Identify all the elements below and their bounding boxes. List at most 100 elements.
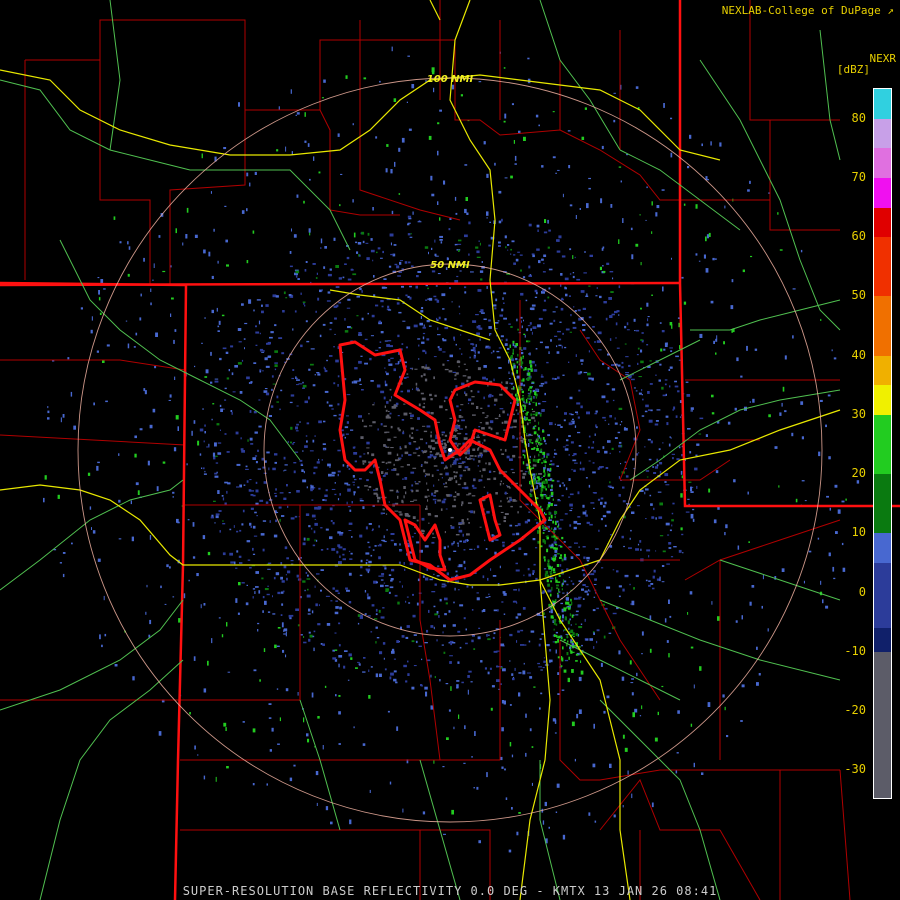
echo-pixel: [557, 330, 561, 333]
echo-pixel: [175, 415, 179, 420]
echo-pixel: [568, 454, 570, 456]
echo-pixel: [191, 430, 193, 436]
echo-pixel: [319, 334, 322, 338]
echo-pixel: [349, 819, 352, 825]
echo-pixel: [705, 236, 707, 242]
echo-pixel: [422, 326, 426, 329]
echo-pixel: [546, 453, 550, 456]
echo-pixel: [302, 387, 305, 389]
echo-pixel: [556, 465, 559, 467]
echo-pixel: [522, 454, 525, 456]
echo-pixel: [808, 550, 812, 553]
echo-pixel: [71, 542, 73, 545]
echo-pixel: [379, 673, 382, 677]
echo-pixel: [390, 533, 395, 535]
echo-pixel: [510, 383, 513, 385]
echo-pixel: [532, 538, 536, 541]
echo-pixel: [427, 488, 429, 491]
echo-pixel: [127, 273, 130, 277]
echo-pixel: [482, 376, 486, 380]
product-label: NEXR: [869, 52, 897, 65]
echo-pixel: [528, 443, 530, 447]
echo-pixel: [283, 291, 286, 295]
echo-pixel: [664, 383, 667, 386]
echo-pixel: [284, 464, 288, 466]
echo-pixel: [645, 518, 647, 520]
echo-pixel: [517, 412, 519, 415]
echo-pixel: [598, 529, 600, 532]
echo-pixel: [588, 377, 592, 380]
color-scale-segment: [874, 89, 891, 119]
echo-pixel: [547, 530, 551, 532]
echo-pixel: [641, 631, 644, 636]
echo-pixel: [215, 515, 219, 519]
echo-pixel: [253, 535, 258, 537]
echo-pixel: [412, 452, 417, 454]
credit-label[interactable]: NEXLAB-College of DuPage ↗: [722, 4, 894, 17]
echo-pixel: [572, 421, 575, 425]
echo-pixel: [461, 681, 464, 684]
echo-pixel: [527, 568, 530, 571]
echo-pixel: [580, 660, 582, 663]
echo-pixel: [515, 258, 519, 262]
echo-pixel: [659, 363, 662, 366]
echo-pixel: [365, 562, 368, 565]
echo-pixel: [553, 621, 556, 625]
echo-pixel: [465, 433, 468, 435]
echo-pixel: [690, 723, 693, 727]
echo-pixel: [600, 497, 604, 500]
echo-pixel: [306, 537, 310, 541]
echo-pixel: [410, 436, 414, 439]
echo-pixel: [437, 334, 441, 336]
echo-pixel: [67, 357, 70, 360]
echo-pixel: [562, 446, 567, 448]
echo-pixel: [118, 453, 120, 456]
echo-pixel: [244, 322, 248, 325]
echo-pixel: [515, 562, 518, 565]
echo-pixel: [620, 180, 622, 183]
echo-pixel: [346, 256, 350, 260]
echo-pixel: [477, 390, 480, 393]
echo-pixel: [537, 229, 539, 232]
echo-pixel: [631, 793, 633, 799]
echo-pixel: [256, 299, 261, 301]
echo-pixel: [510, 358, 515, 362]
echo-pixel: [561, 558, 564, 562]
echo-pixel: [592, 462, 595, 464]
echo-pixel: [288, 614, 292, 618]
echo-pixel: [274, 362, 278, 364]
echo-pixel: [526, 328, 529, 332]
echo-pixel: [456, 275, 459, 278]
echo-pixel: [463, 437, 468, 440]
echo-pixel: [359, 664, 361, 666]
echo-pixel: [559, 484, 561, 488]
echo-pixel: [625, 372, 629, 374]
echo-pixel: [529, 458, 531, 462]
echo-pixel: [655, 550, 657, 552]
echo-pixel: [375, 626, 378, 629]
echo-pixel: [384, 383, 388, 387]
echo-pixel: [547, 559, 550, 562]
echo-pixel: [217, 325, 220, 328]
echo-pixel: [528, 401, 531, 403]
echo-pixel: [399, 447, 402, 450]
echo-pixel: [427, 298, 430, 300]
echo-pixel: [268, 562, 272, 564]
echo-pixel: [371, 314, 375, 318]
echo-pixel: [287, 570, 291, 574]
echo-pixel: [463, 578, 466, 580]
echo-pixel: [529, 439, 532, 443]
echo-pixel: [572, 255, 574, 259]
echo-pixel: [504, 235, 507, 239]
echo-pixel: [98, 297, 101, 301]
echo-pixel: [517, 523, 521, 526]
echo-pixel: [234, 365, 238, 368]
echo-pixel: [303, 200, 305, 204]
echo-pixel: [370, 554, 373, 557]
echo-pixel: [383, 396, 386, 400]
echo-pixel: [430, 674, 432, 678]
echo-pixel: [512, 435, 515, 439]
echo-pixel: [295, 270, 300, 274]
echo-pixel: [349, 509, 352, 512]
echo-pixel: [640, 262, 642, 266]
